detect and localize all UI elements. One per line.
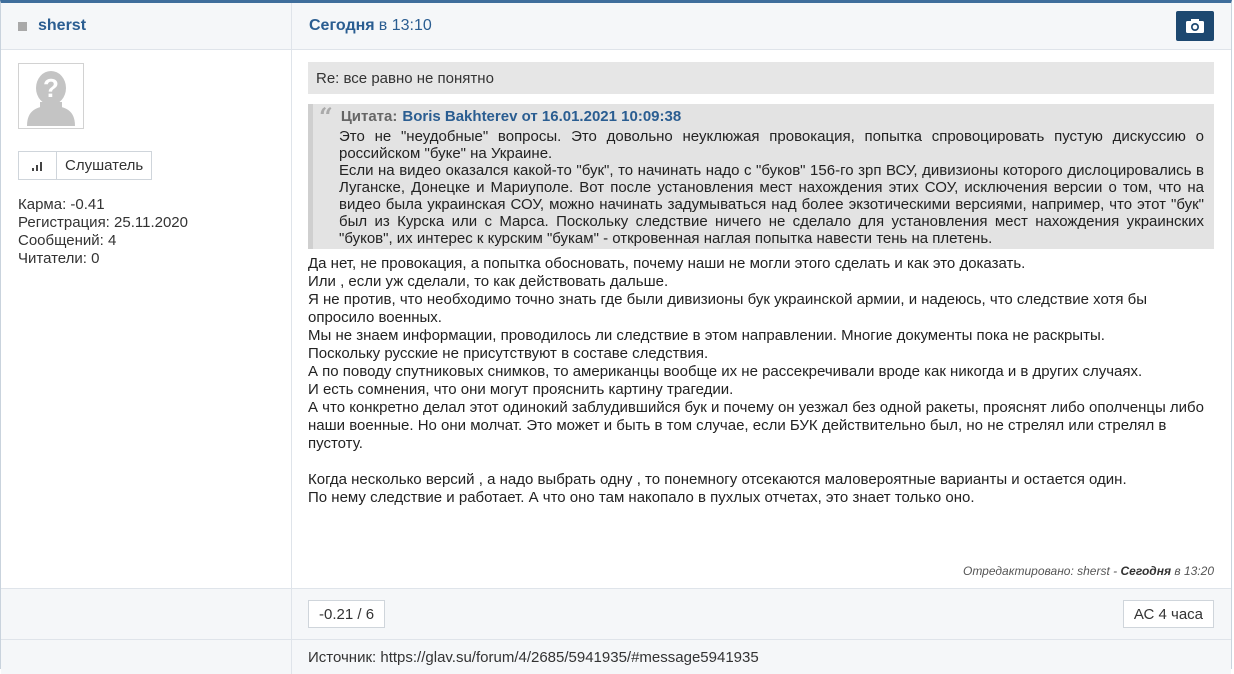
message-text: Да нет, не провокация, а попытка обоснов…	[308, 255, 1214, 507]
rating-button[interactable]: -0.21 / 6	[308, 600, 386, 628]
ac-button[interactable]: АС 4 часа	[1122, 600, 1214, 628]
user-readers: Читатели: 0	[18, 250, 100, 267]
message-line: Когда несколько версий , а надо выбрать …	[308, 471, 1127, 488]
camera-icon	[1186, 19, 1204, 33]
quote-line: Если на видео оказался какой-то "бук", т…	[339, 162, 1204, 247]
message-line: Я не против, что необходимо точно знать …	[308, 291, 1148, 326]
quote-label: Цитата:	[340, 108, 398, 125]
quote-text: Это не "неудобные" вопросы. Это довольно…	[319, 128, 1204, 247]
quote-line: Это не "неудобные" вопросы. Это довольно…	[339, 128, 1204, 162]
message-line: И есть сомнения, что они могут прояснить…	[308, 381, 734, 398]
user-info: ? Слушатель Карма: -0.41 Регистрация: 25…	[1, 50, 292, 588]
post-date-time: в 13:10	[378, 17, 432, 34]
message-line: По нему следствие и работает. А что оно …	[308, 489, 975, 506]
user-messages: Сообщений: 4	[18, 232, 117, 249]
edited-day: Сегодня	[1120, 564, 1172, 578]
message-line: Поскольку русские не присутствуют в сост…	[308, 345, 709, 362]
message-line: Да нет, не провокация, а попытка обоснов…	[308, 255, 1026, 272]
post-date[interactable]: Сегодня в 13:10	[309, 17, 432, 35]
quote-block: “ Цитата: Boris Bakhterev от 16.01.2021 …	[308, 104, 1214, 249]
post-header: sherst Сегодня в 13:10	[1, 3, 1231, 50]
edited-prefix: Отредактировано: sherst -	[962, 564, 1118, 578]
user-registration: Регистрация: 25.11.2020	[18, 214, 188, 231]
quote-author-link[interactable]: Boris Bakhterev от 16.01.2021 10:09:38	[402, 108, 681, 125]
message-line: А по поводу спутниковых снимков, то амер…	[308, 363, 1143, 380]
online-status-icon	[18, 21, 27, 31]
rank-bars-icon	[19, 152, 57, 179]
message-area: Re: все равно не понятно “ Цитата: Boris…	[292, 50, 1231, 588]
post-body: ? Слушатель Карма: -0.41 Регистрация: 25…	[1, 50, 1231, 589]
message-blank-line	[308, 453, 1214, 471]
user-karma: Карма: -0.41	[18, 196, 105, 213]
post-footer: -0.21 / 6 АС 4 часа	[1, 589, 1231, 640]
rank-label: Слушатель	[65, 156, 144, 174]
message-line: Или , если уж сделали, то как действоват…	[308, 273, 669, 290]
user-stats: Карма: -0.41 Регистрация: 25.11.2020 Соо…	[18, 196, 274, 268]
message-line: наши военные. Но они молчат. Это может и…	[308, 417, 1167, 452]
rank-badge[interactable]: Слушатель	[18, 151, 153, 180]
svg-text:?: ?	[43, 73, 59, 103]
edited-note: Отредактировано: sherst - Сегодня в 13:2…	[963, 564, 1214, 578]
message-line: Мы не знаем информации, проводилось ли с…	[308, 327, 1105, 344]
author-block: sherst	[1, 3, 291, 49]
avatar[interactable]: ?	[18, 63, 84, 129]
post-subject: Re: все равно не понятно	[308, 62, 1214, 94]
author-name-link[interactable]: sherst	[38, 17, 86, 35]
camera-button[interactable]	[1176, 11, 1214, 41]
quote-icon: “	[319, 101, 333, 131]
edited-time: в 13:20	[1174, 564, 1214, 578]
forum-post: sherst Сегодня в 13:10 ? Слушатель Карма…	[0, 0, 1232, 674]
source-link[interactable]: Источник: https://glav.su/forum/4/2685/5…	[292, 640, 1231, 674]
avatar-placeholder-icon: ?	[27, 71, 75, 126]
source-row: Источник: https://glav.su/forum/4/2685/5…	[1, 640, 1231, 674]
post-date-day: Сегодня	[309, 17, 375, 34]
message-line: А что конкретно делал этот одинокий забл…	[308, 399, 1204, 416]
